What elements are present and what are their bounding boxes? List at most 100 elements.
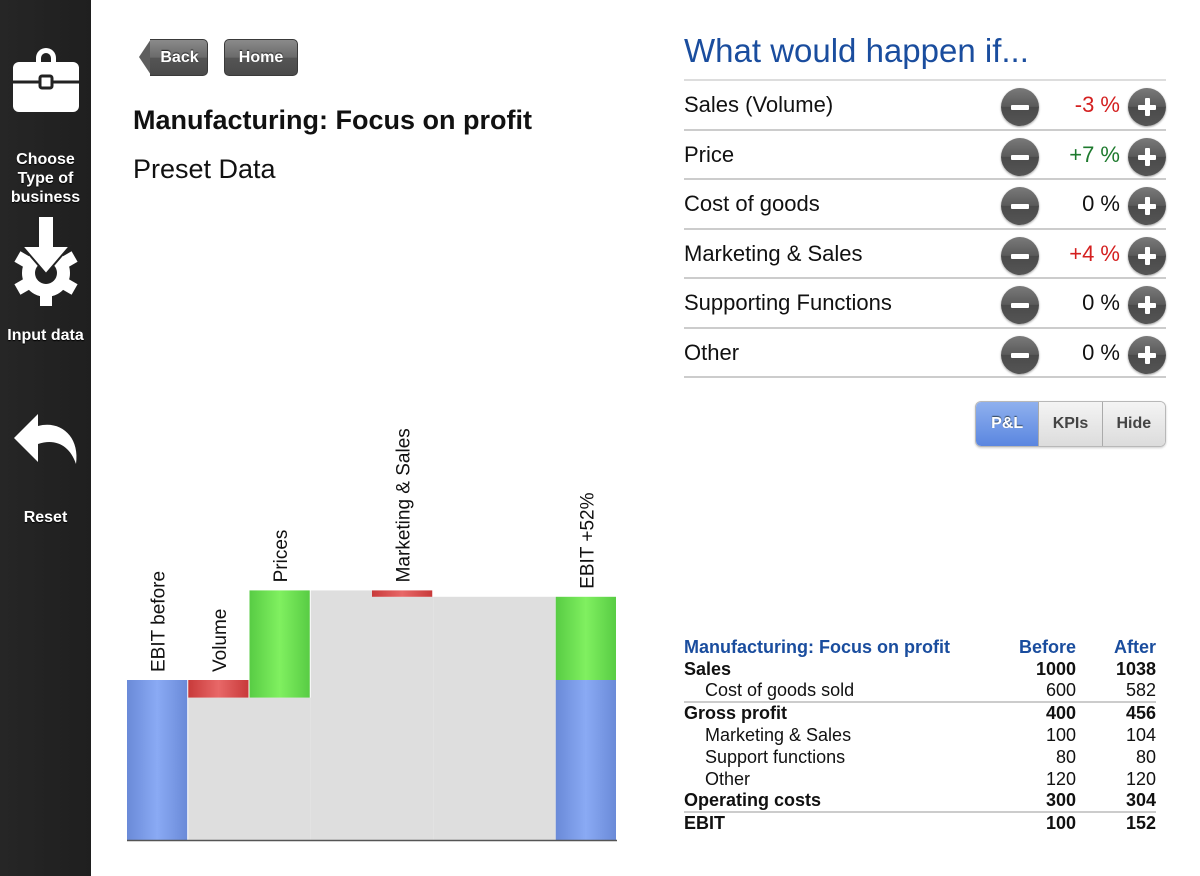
- sidebar-label-input-data: Input data: [7, 327, 84, 344]
- minus-icon: [1011, 352, 1029, 358]
- table-row: Sales 1000 1038: [684, 658, 1156, 680]
- decrease-button[interactable]: [1001, 88, 1039, 126]
- sidebar-label-choose-business: Choose Type of business: [10, 151, 81, 206]
- plus-icon-v: [1144, 98, 1150, 116]
- table-row: Other 120 120: [684, 768, 1156, 790]
- col-after: After: [1113, 636, 1156, 657]
- table-row: Cost of goods sold 600 582: [684, 680, 1156, 702]
- scenario-value: 0 %: [1082, 191, 1120, 216]
- plus-icon-v: [1144, 296, 1150, 314]
- increase-button[interactable]: [1128, 187, 1166, 225]
- scenario-row: Price +7 %: [684, 131, 1166, 180]
- view-toggle: P&L KPIs Hide: [975, 401, 1166, 447]
- scenario-row: Sales (Volume) -3 %: [684, 81, 1166, 131]
- undo-arrow-icon: [13, 414, 77, 464]
- bar-ebit-after-base: [555, 680, 616, 840]
- decrease-button[interactable]: [1001, 187, 1039, 225]
- row-label: Other: [705, 768, 751, 789]
- briefcase-icon: [12, 48, 79, 112]
- row-before: 600: [1045, 680, 1076, 700]
- increase-button[interactable]: [1128, 236, 1166, 275]
- sidebar-label-reset: Reset: [23, 509, 68, 526]
- scenario-list: Sales (Volume) -3 % Price +7 % Cost of goods…: [684, 79, 1166, 378]
- pl-table-title: Manufacturing: Focus on profit: [684, 636, 950, 657]
- increase-button[interactable]: [1128, 335, 1166, 374]
- home-button[interactable]: Home: [224, 39, 298, 76]
- row-after: 152: [1076, 811, 1156, 834]
- minus-icon: [1011, 303, 1029, 308]
- scenario-row: Other 0 %: [684, 329, 1166, 378]
- table-row: Gross profit 400 456: [684, 701, 1156, 724]
- table-row: Marketing & Sales 100 104: [684, 724, 1156, 746]
- row-after: 1038: [1115, 658, 1156, 679]
- minus-icon: [1011, 204, 1029, 209]
- row-after: 456: [1076, 701, 1156, 724]
- sidebar-item-choose-business[interactable]: Choose Type of business: [0, 44, 91, 207]
- back-button[interactable]: Back: [150, 39, 208, 76]
- row-label: Marketing & Sales: [705, 724, 852, 745]
- bar-decrease: [372, 590, 433, 597]
- waterfall-connector-fill: [249, 697, 311, 840]
- row-before: 100: [1045, 724, 1076, 745]
- row-after: 104: [1125, 724, 1156, 745]
- decrease-button[interactable]: [1001, 286, 1039, 324]
- row-label: Support functions: [705, 746, 846, 767]
- plus-icon-v: [1144, 246, 1150, 265]
- row-before: 100: [986, 811, 1076, 834]
- row-label: Sales: [684, 658, 732, 679]
- scenario-label: Price: [684, 141, 735, 167]
- minus-icon: [1011, 253, 1029, 259]
- pl-table-header: Manufacturing: Focus on profit Before Af…: [684, 636, 1156, 658]
- waterfall-connector-fill: [372, 596, 434, 840]
- waterfall-connector-fill: [494, 596, 556, 840]
- row-before: 1000: [1035, 658, 1076, 679]
- table-row: EBIT 100 152: [684, 811, 1156, 834]
- page-title: Manufacturing: Focus on profit: [133, 105, 532, 135]
- increase-button[interactable]: [1128, 286, 1166, 324]
- waterfall-connector-fill: [433, 596, 495, 840]
- minus-icon: [1011, 154, 1029, 160]
- decrease-button[interactable]: [1001, 137, 1039, 176]
- scenario-label: Other: [684, 339, 740, 365]
- row-label: EBIT: [684, 811, 986, 834]
- increase-button[interactable]: [1128, 137, 1166, 176]
- scenario-row: Marketing & Sales +4 %: [684, 230, 1166, 279]
- tab-kpis[interactable]: KPIs: [1038, 402, 1102, 446]
- minus-icon: [1011, 105, 1029, 110]
- bar-label: EBIT before: [149, 571, 170, 672]
- plus-icon-v: [1144, 197, 1150, 215]
- row-before: 400: [986, 701, 1076, 724]
- scenario-value: 0 %: [1082, 339, 1120, 365]
- row-label: Gross profit: [684, 701, 986, 724]
- plus-icon-v: [1144, 147, 1150, 166]
- tab-pl[interactable]: P&L: [976, 402, 1039, 446]
- scenario-label: Sales (Volume): [684, 92, 834, 117]
- row-label: Cost of goods sold: [705, 680, 855, 700]
- table-row: Operating costs 300 304: [684, 790, 1156, 812]
- scenario-label: Cost of goods: [684, 191, 820, 216]
- sidebar-item-input-data[interactable]: Input data: [0, 216, 91, 345]
- sidebar: Choose Type of business Input data Reset: [0, 0, 91, 876]
- bar-increase: [249, 590, 310, 698]
- decrease-button[interactable]: [1001, 236, 1039, 275]
- bar-label: Volume: [210, 609, 231, 672]
- scenario-value: 0 %: [1082, 290, 1120, 315]
- row-before: 300: [1045, 790, 1076, 810]
- increase-button[interactable]: [1128, 88, 1166, 126]
- scenario-value: +7 %: [1069, 141, 1120, 167]
- table-row: Support functions 80 80: [684, 746, 1156, 768]
- scenario-value: +4 %: [1069, 240, 1120, 266]
- bar-label: Marketing & Sales: [394, 428, 415, 582]
- row-after: 80: [1135, 746, 1156, 767]
- decrease-button[interactable]: [1001, 335, 1039, 374]
- row-label: Operating costs: [684, 790, 822, 810]
- row-after: 304: [1125, 790, 1156, 810]
- tab-hide[interactable]: Hide: [1101, 402, 1165, 446]
- row-after: 582: [1125, 680, 1156, 700]
- sidebar-item-reset[interactable]: Reset: [0, 412, 91, 527]
- row-after: 120: [1125, 768, 1156, 789]
- waterfall-connector-fill: [188, 697, 250, 840]
- bar-decrease: [188, 680, 249, 698]
- row-before: 80: [1055, 746, 1076, 767]
- scenario-label: Supporting Functions: [684, 290, 892, 315]
